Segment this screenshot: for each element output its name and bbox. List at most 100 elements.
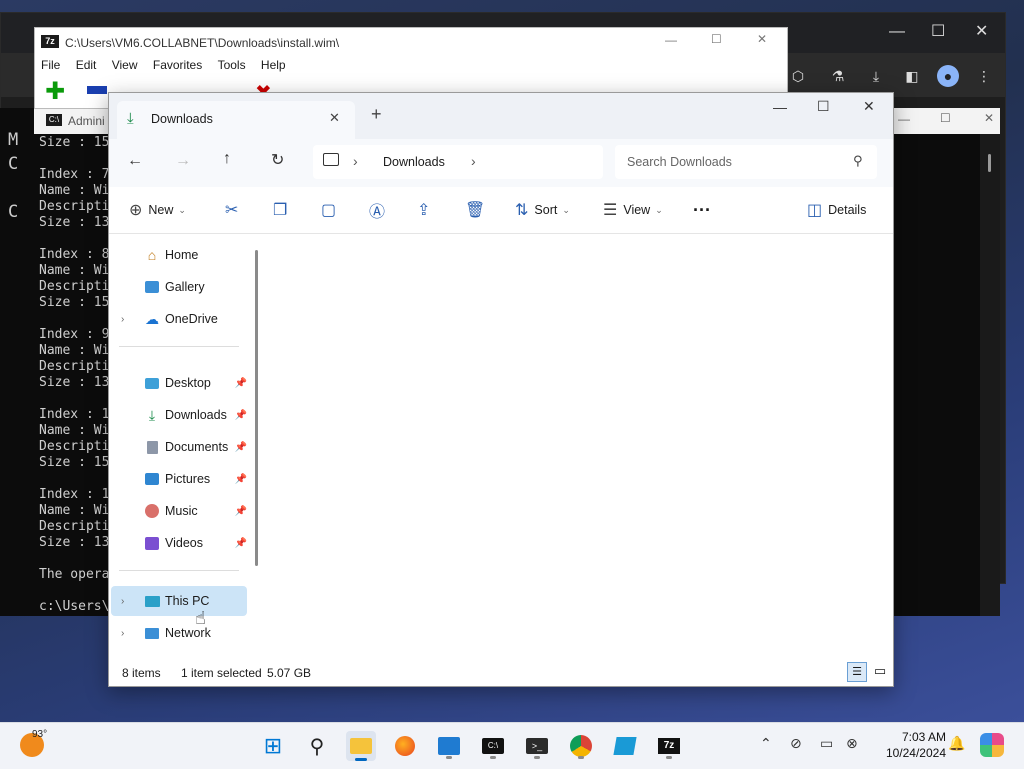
menu-edit[interactable]: Edit bbox=[76, 58, 97, 72]
chevron-right-icon[interactable]: › bbox=[121, 628, 124, 639]
file-list[interactable] bbox=[263, 234, 893, 658]
sort-button[interactable]: ⇅ Sort ⌄ bbox=[515, 187, 570, 233]
nav-item-gallery[interactable]: Gallery bbox=[111, 272, 247, 302]
nav-item-downloads[interactable]: ⤓ Downloads 📌 bbox=[111, 400, 247, 430]
back-icon[interactable]: ← bbox=[127, 152, 143, 170]
minimize-icon[interactable]: — bbox=[889, 23, 905, 41]
divider bbox=[119, 570, 239, 571]
setup-icon[interactable] bbox=[610, 731, 640, 761]
close-icon[interactable]: ✕ bbox=[984, 111, 994, 125]
menu-tools[interactable]: Tools bbox=[218, 58, 246, 72]
nav-label: Pictures bbox=[165, 472, 211, 486]
delete-button[interactable]: 🗑 bbox=[465, 187, 491, 233]
up-icon[interactable]: ↑ bbox=[223, 150, 231, 168]
firefox-icon[interactable] bbox=[390, 731, 420, 761]
extract-icon[interactable] bbox=[87, 86, 107, 94]
close-icon[interactable]: ✕ bbox=[757, 32, 767, 46]
details-button[interactable]: ◫ Details bbox=[807, 187, 866, 233]
close-tab-icon[interactable]: ✕ bbox=[329, 110, 340, 126]
tiles-view-icon[interactable]: ▭ bbox=[871, 662, 889, 680]
music-icon bbox=[143, 503, 161, 519]
share-icon: ⇪ bbox=[417, 202, 431, 219]
task-manager-icon[interactable] bbox=[434, 731, 464, 761]
notification-bell-icon[interactable]: 🔔 bbox=[948, 735, 965, 752]
search-input[interactable]: Search Downloads bbox=[627, 155, 732, 169]
add-icon[interactable]: ✚ bbox=[45, 80, 65, 104]
chrome-icon[interactable] bbox=[566, 731, 596, 761]
nav-label: Downloads bbox=[165, 408, 227, 422]
7zip-title: C:\Users\VM6.COLLABNET\Downloads\install… bbox=[65, 36, 340, 50]
view-button[interactable]: ☰ View ⌄ bbox=[603, 187, 663, 233]
share-button[interactable]: ⇪ bbox=[417, 187, 436, 233]
profile-icon[interactable]: ● bbox=[937, 65, 959, 87]
tab-downloads[interactable]: ⤓ Downloads ✕ bbox=[117, 101, 355, 139]
labs-icon[interactable]: ⚗ bbox=[827, 65, 849, 87]
menu-icon[interactable]: ⋮ bbox=[973, 65, 995, 87]
terminal-icon[interactable]: >_ bbox=[522, 731, 552, 761]
search-icon[interactable]: ⚲ bbox=[302, 731, 332, 761]
maximize-icon[interactable]: ☐ bbox=[711, 32, 722, 46]
maximize-icon[interactable]: ☐ bbox=[931, 21, 945, 41]
copy-button[interactable]: ❐ bbox=[273, 187, 293, 233]
nav-item-pictures[interactable]: Pictures 📌 bbox=[111, 464, 247, 494]
display-icon[interactable]: ▭ bbox=[820, 735, 833, 752]
console-edge-text: M C C bbox=[8, 130, 19, 222]
picture-icon bbox=[143, 471, 161, 487]
copilot-icon[interactable] bbox=[980, 733, 1004, 757]
rename-icon: Ⓐ bbox=[369, 204, 386, 221]
cut-button[interactable]: ✂ bbox=[225, 187, 244, 233]
nav-label: Documents bbox=[165, 440, 229, 454]
maximize-icon[interactable]: ☐ bbox=[817, 98, 830, 115]
volume-icon[interactable]: ⊗ bbox=[846, 735, 858, 752]
nav-item-music[interactable]: Music 📌 bbox=[111, 496, 247, 526]
menu-file[interactable]: File bbox=[41, 58, 60, 72]
start-icon[interactable]: ⊞ bbox=[258, 731, 288, 761]
pc-icon bbox=[143, 593, 161, 609]
new-tab-icon[interactable]: + bbox=[371, 105, 382, 123]
minimize-icon[interactable]: — bbox=[773, 99, 787, 115]
minimize-icon[interactable]: — bbox=[665, 33, 677, 47]
details-view-icon[interactable]: ☰ bbox=[847, 662, 867, 682]
chevron-right-icon[interactable]: › bbox=[121, 314, 124, 325]
nav-item-desktop[interactable]: Desktop 📌 bbox=[111, 368, 247, 398]
7zip-taskbar-icon[interactable]: 7z bbox=[654, 731, 684, 761]
nav-item-documents[interactable]: Documents 📌 bbox=[111, 432, 247, 462]
download-icon[interactable]: ⤓ bbox=[865, 65, 887, 87]
menu-view[interactable]: View bbox=[112, 58, 138, 72]
rename-button[interactable]: Ⓐ bbox=[369, 187, 391, 233]
nav-item-videos[interactable]: Videos 📌 bbox=[111, 528, 247, 558]
chevron-up-icon[interactable]: ⌃ bbox=[760, 735, 772, 752]
cmd-scrollbar[interactable] bbox=[980, 134, 1000, 616]
nav-scrollbar[interactable] bbox=[255, 250, 258, 566]
clock[interactable]: 7:03 AM 10/24/2024 bbox=[872, 729, 946, 761]
file-explorer-taskbar-icon[interactable] bbox=[346, 731, 376, 761]
close-icon[interactable]: ✕ bbox=[863, 98, 875, 115]
chevron-right-icon[interactable]: › bbox=[471, 153, 476, 169]
cmd-taskbar-icon[interactable]: C:\ bbox=[478, 731, 508, 761]
minimize-icon[interactable]: — bbox=[898, 112, 910, 126]
sidepanel-icon[interactable]: ◧ bbox=[901, 65, 923, 87]
file-explorer-window: ⤓ Downloads ✕ + — ☐ ✕ ← → ↑ ↻ › Download… bbox=[108, 92, 894, 687]
new-button[interactable]: ⊕ New ⌄ bbox=[129, 187, 186, 233]
nav-item-onedrive[interactable]: › ☁ OneDrive bbox=[111, 304, 247, 334]
search-box[interactable]: Search Downloads ⚲ bbox=[615, 145, 877, 179]
address-box[interactable]: › Downloads › bbox=[313, 145, 603, 179]
nav-item-network[interactable]: › Network bbox=[111, 618, 247, 648]
refresh-icon[interactable]: ↻ bbox=[271, 150, 284, 170]
breadcrumb[interactable]: Downloads bbox=[383, 155, 445, 169]
maximize-icon[interactable]: ☐ bbox=[940, 111, 951, 125]
nav-item-home[interactable]: ⌂ Home bbox=[111, 240, 247, 270]
nav-item-this-pc[interactable]: › This PC bbox=[111, 586, 247, 616]
close-icon[interactable]: ✕ bbox=[975, 21, 988, 41]
forward-icon[interactable]: → bbox=[175, 152, 191, 170]
sort-label: Sort bbox=[534, 203, 558, 217]
paste-button[interactable]: ▢ bbox=[321, 187, 342, 233]
more-options-button[interactable]: ··· bbox=[693, 187, 711, 233]
more-icon: ··· bbox=[693, 199, 711, 220]
network-status-icon[interactable]: ⊘ bbox=[790, 735, 802, 752]
extension-icon[interactable]: ⬡ bbox=[787, 65, 809, 87]
chevron-right-icon[interactable]: › bbox=[121, 596, 124, 607]
menu-favorites[interactable]: Favorites bbox=[153, 58, 202, 72]
menu-help[interactable]: Help bbox=[261, 58, 286, 72]
7zip-icon: 7z bbox=[41, 35, 59, 48]
